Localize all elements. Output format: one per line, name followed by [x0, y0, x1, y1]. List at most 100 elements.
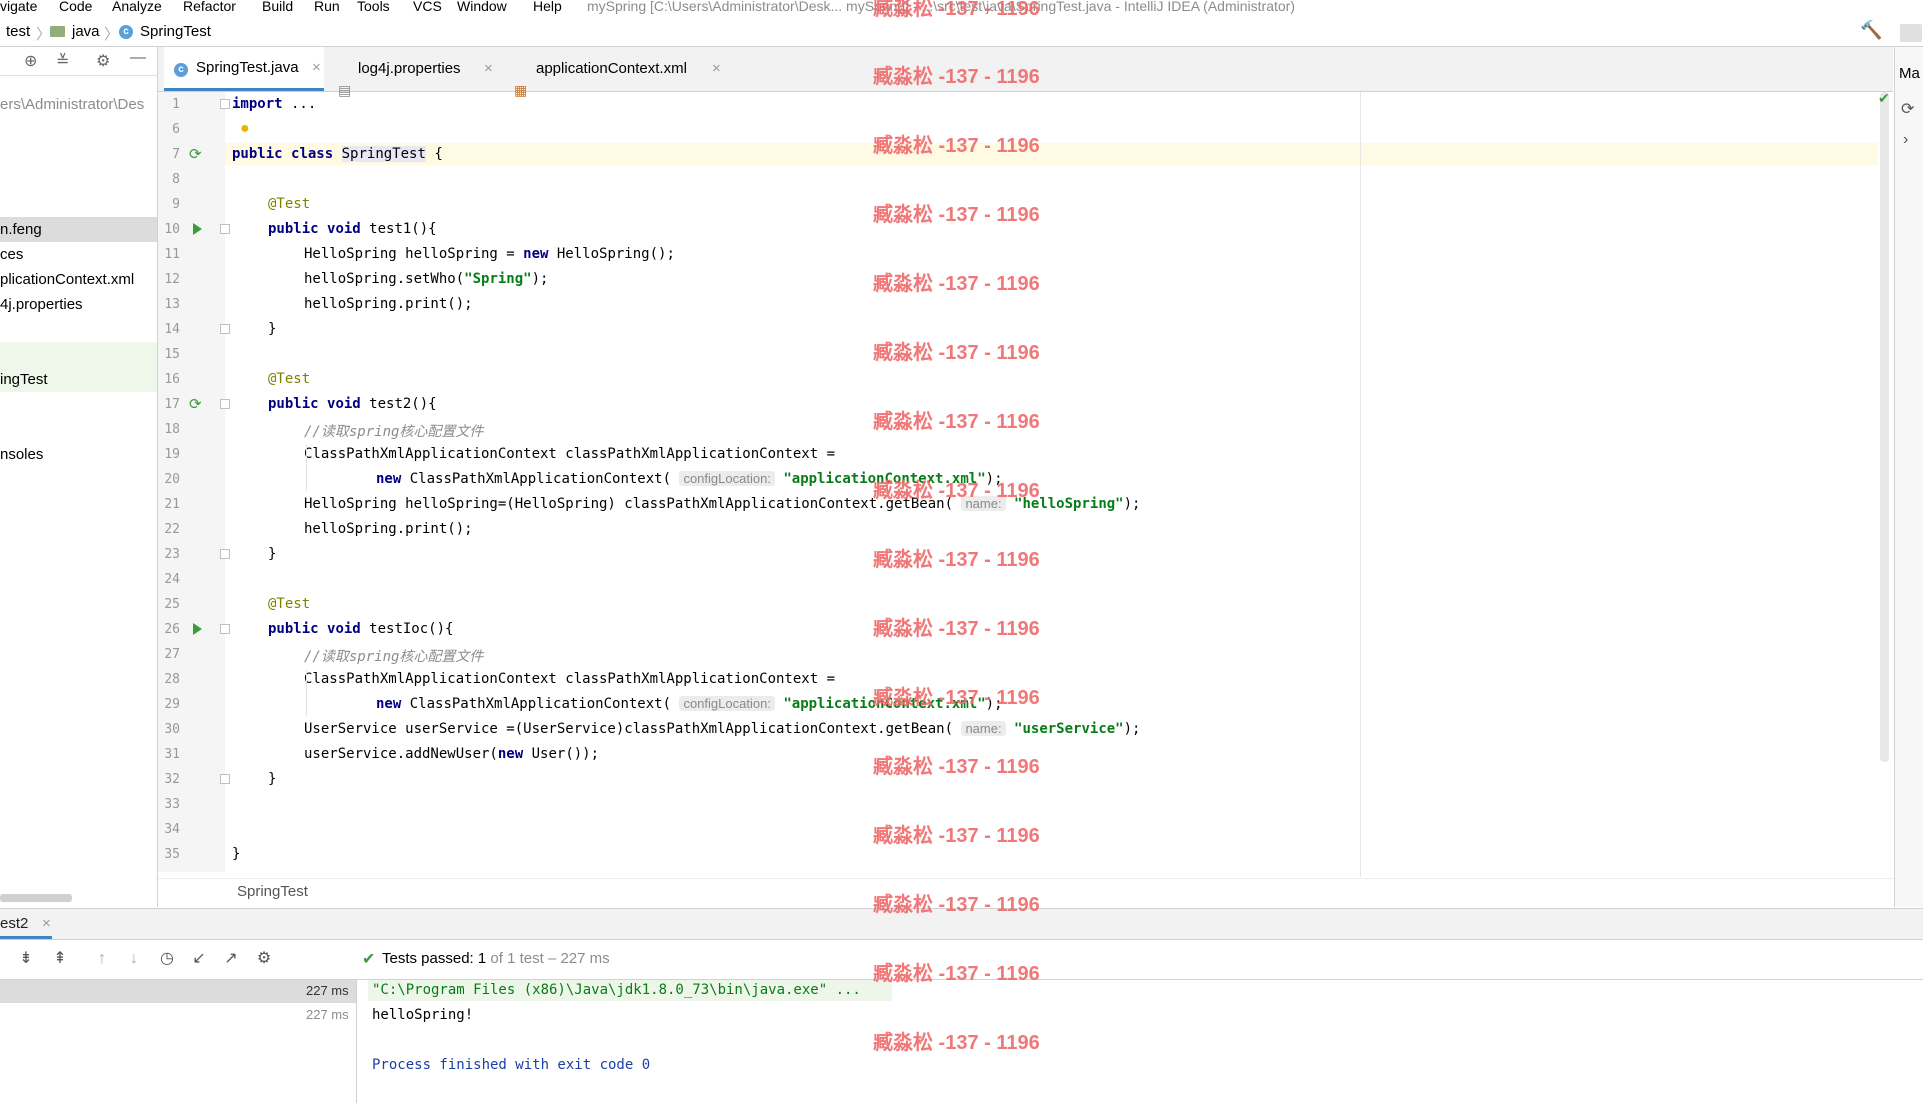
close-icon[interactable]: ×	[42, 915, 51, 932]
menu-run[interactable]: Run	[314, 0, 340, 13]
settings-icon[interactable]: ⚙	[254, 949, 274, 969]
lightbulb-icon[interactable]: ●	[240, 120, 250, 138]
line-number: 12	[164, 272, 180, 287]
fold-icon[interactable]	[220, 99, 230, 109]
locate-icon[interactable]: ⊕	[24, 51, 37, 71]
export-tests-icon[interactable]: ↗	[221, 949, 241, 969]
code-line[interactable]: }	[268, 771, 276, 787]
code-line[interactable]: public void test2(){	[268, 396, 437, 412]
code-line[interactable]: helloSpring.print();	[304, 521, 473, 537]
watermark: 臧淼松 -137 - 1196	[873, 963, 1040, 985]
chevron-right-icon: 〉	[104, 26, 120, 43]
refresh-icon[interactable]: ⟳	[1901, 99, 1914, 119]
watermark: 臧淼松 -137 - 1196	[873, 618, 1040, 640]
expand-all-icon[interactable]: ⇟	[16, 949, 36, 969]
code-line[interactable]: public void test1(){	[268, 221, 437, 237]
param-hint: configLocation:	[679, 471, 775, 486]
code-line[interactable]: }	[268, 321, 276, 337]
code-line[interactable]: helloSpring.print();	[304, 296, 473, 312]
fold-icon[interactable]	[220, 549, 230, 559]
menu-analyze[interactable]: Analyze	[112, 0, 162, 13]
code-line[interactable]: helloSpring.setWho("Spring");	[304, 271, 548, 287]
line-number: 7	[172, 147, 180, 162]
test-tree-row-selected[interactable]	[0, 980, 356, 1003]
tab-log4j[interactable]: ▤ log4j.properties ×	[338, 47, 508, 98]
build-hammer-icon[interactable]: 🔨	[1860, 20, 1882, 41]
breadcrumb-class[interactable]: SpringTest	[237, 883, 308, 900]
test-time: 227 ms	[306, 1007, 349, 1022]
menu-window[interactable]: Window	[457, 0, 507, 13]
nav-crumb-springtest[interactable]: SpringTest	[140, 23, 211, 40]
code-line[interactable]: @Test	[268, 596, 310, 612]
line-number: 20	[164, 472, 180, 487]
collapse-all-icon[interactable]: ⇞	[50, 949, 70, 969]
import-tests-icon[interactable]: ↙	[189, 949, 209, 969]
arrow-up-icon[interactable]: ↑	[92, 949, 112, 969]
code-line[interactable]: ClassPathXmlApplicationContext classPath…	[304, 446, 835, 462]
current-line-highlight	[225, 143, 1878, 165]
fold-icon[interactable]	[220, 624, 230, 634]
tab-applicationcontext[interactable]: ▦ applicationContext.xml ×	[514, 47, 736, 98]
menu-build[interactable]: Build	[262, 0, 293, 13]
menu-refactor[interactable]: Refactor	[183, 0, 236, 13]
gear-icon[interactable]: ⚙	[96, 51, 110, 71]
project-item[interactable]: 4j.properties	[0, 292, 157, 317]
project-item[interactable]: ingTest	[0, 367, 157, 392]
code-comment[interactable]: //读取spring核心配置文件	[304, 421, 483, 441]
menu-help[interactable]: Help	[533, 0, 562, 13]
arrow-down-icon[interactable]: ↓	[124, 949, 144, 969]
code-line[interactable]: UserService userService =(UserService)cl…	[304, 721, 1140, 737]
history-icon[interactable]: ◷	[157, 949, 177, 969]
code-line[interactable]: public void testIoc(){	[268, 621, 453, 637]
code-line[interactable]: ClassPathXmlApplicationContext classPath…	[304, 671, 835, 687]
run-test-icon[interactable]: ⟳	[189, 395, 202, 413]
menu-code[interactable]: Code	[59, 0, 92, 13]
code-line[interactable]: }	[268, 546, 276, 562]
fold-icon[interactable]	[220, 774, 230, 784]
run-tab-label[interactable]: est2	[0, 915, 28, 932]
window-control[interactable]	[1900, 24, 1922, 42]
code-line[interactable]: @Test	[268, 371, 310, 387]
nav-crumb-test[interactable]: test	[6, 23, 30, 40]
menu-vcs[interactable]: VCS	[413, 0, 442, 13]
project-item[interactable]: nsoles	[0, 442, 157, 467]
minimize-icon[interactable]: —	[130, 49, 146, 67]
code-line[interactable]: public class SpringTest {	[232, 146, 443, 162]
close-icon[interactable]: ×	[484, 41, 493, 97]
fold-icon[interactable]	[220, 324, 230, 334]
run-test-icon[interactable]	[193, 623, 202, 635]
code-comment[interactable]: //读取spring核心配置文件	[304, 646, 483, 666]
editor-scrollbar[interactable]	[1880, 92, 1889, 762]
code-line[interactable]: }	[232, 846, 240, 862]
fold-icon[interactable]	[220, 399, 230, 409]
collapse-all-icon[interactable]: ≚	[56, 51, 69, 71]
nav-crumb-java[interactable]: java	[72, 23, 100, 40]
project-item[interactable]: ces	[0, 242, 157, 267]
tab-springtest[interactable]: c SpringTest.java ×	[164, 47, 324, 91]
run-test-icon[interactable]	[193, 223, 202, 235]
code-line[interactable]: @Test	[268, 196, 310, 212]
close-icon[interactable]: ×	[712, 41, 721, 97]
watermark: 臧淼松 -137 - 1196	[873, 273, 1040, 295]
code-line[interactable]: import ...	[232, 96, 316, 112]
line-number: 21	[164, 497, 180, 512]
project-item[interactable]: n.feng	[0, 217, 157, 242]
horizontal-scrollbar[interactable]	[0, 894, 72, 902]
line-number: 25	[164, 597, 180, 612]
line-number: 22	[164, 522, 180, 537]
code-line[interactable]: HelloSpring helloSpring = new HelloSprin…	[304, 246, 675, 262]
param-hint: name:	[961, 721, 1006, 736]
fold-icon[interactable]	[220, 224, 230, 234]
run-class-icon[interactable]: ⟳	[189, 145, 202, 163]
line-number: 29	[164, 697, 180, 712]
menu-navigate[interactable]: vigate	[0, 0, 37, 13]
maven-tab[interactable]: Ma	[1899, 65, 1920, 82]
line-number: 30	[164, 722, 180, 737]
splitter[interactable]	[356, 980, 357, 1103]
code-line[interactable]: userService.addNewUser(new User());	[304, 746, 599, 762]
class-icon: c	[119, 25, 133, 39]
menu-tools[interactable]: Tools	[357, 0, 390, 13]
close-icon[interactable]: ×	[312, 40, 321, 96]
chevron-right-icon[interactable]: ›	[1903, 131, 1908, 149]
project-item[interactable]: plicationContext.xml	[0, 267, 157, 292]
